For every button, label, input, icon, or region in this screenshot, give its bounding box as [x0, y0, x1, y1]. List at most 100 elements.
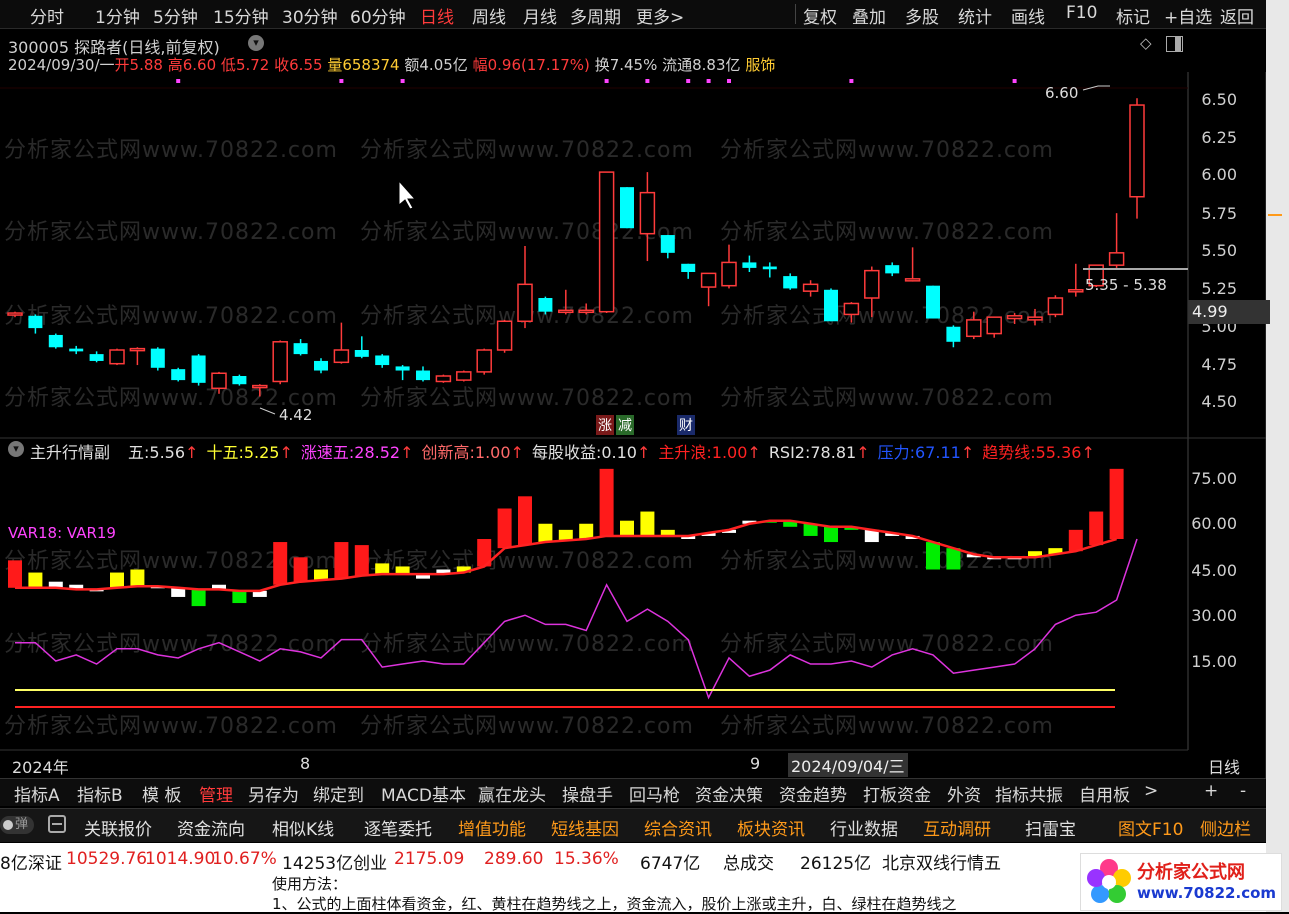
candle[interactable]: [1129, 104, 1145, 198]
candle[interactable]: [660, 235, 675, 253]
func-interaction[interactable]: 互动调研: [923, 815, 991, 840]
candle[interactable]: [129, 347, 146, 352]
add-watchlist-button[interactable]: +自选: [1164, 3, 1212, 28]
candle[interactable]: [864, 269, 880, 299]
tab-board-fund[interactable]: 打板资金: [863, 781, 931, 806]
multi-stock-button[interactable]: 多股: [905, 3, 939, 28]
tab-bind-to[interactable]: 绑定到: [313, 781, 364, 806]
func-news[interactable]: 综合资讯: [644, 815, 712, 840]
candle[interactable]: [293, 343, 308, 355]
popup-toggle[interactable]: 弹: [0, 816, 34, 834]
func-sector-news[interactable]: 板块资讯: [737, 815, 805, 840]
f10-button[interactable]: F10: [1066, 3, 1097, 23]
candle[interactable]: [171, 369, 186, 381]
period-tab-30min[interactable]: 30分钟: [282, 3, 338, 28]
candle[interactable]: [762, 266, 777, 270]
func-industry-data[interactable]: 行业数据: [830, 815, 898, 840]
tab-indicator-a[interactable]: 指标A: [14, 781, 60, 806]
candle[interactable]: [272, 341, 288, 383]
period-tab-weekly[interactable]: 周线: [472, 3, 506, 28]
candle[interactable]: [700, 272, 717, 288]
period-tab-monthly[interactable]: 月线: [523, 3, 557, 28]
candle[interactable]: [416, 370, 430, 381]
candle[interactable]: [354, 350, 369, 357]
overlay-button[interactable]: 叠加: [852, 3, 886, 28]
candle[interactable]: [435, 375, 452, 383]
candle[interactable]: [211, 372, 227, 390]
candle[interactable]: [843, 302, 860, 316]
candle[interactable]: [191, 355, 206, 383]
candle[interactable]: [252, 384, 268, 389]
tab-remove[interactable]: -: [1240, 781, 1246, 801]
candle[interactable]: [578, 309, 594, 314]
tab-trader[interactable]: 操盘手: [562, 781, 613, 806]
candle[interactable]: [232, 376, 247, 385]
indicator-dropdown-icon[interactable]: ▾: [8, 441, 24, 457]
tab-fund-decision[interactable]: 资金决策: [695, 781, 763, 806]
tab-indicator-b[interactable]: 指标B: [77, 781, 123, 806]
badge-cai[interactable]: 财: [677, 415, 695, 435]
period-tab-daily[interactable]: 日线: [420, 3, 454, 28]
candle[interactable]: [926, 285, 940, 319]
statistics-button[interactable]: 统计: [958, 3, 992, 28]
candle[interactable]: [1047, 297, 1064, 316]
candle[interactable]: [620, 187, 634, 229]
period-tab-more[interactable]: 更多>: [636, 3, 684, 28]
candle[interactable]: [109, 349, 125, 365]
period-tab-1min[interactable]: 1分钟: [95, 3, 140, 28]
period-tab-60min[interactable]: 60分钟: [350, 3, 406, 28]
tab-resonance[interactable]: 指标共振: [995, 781, 1063, 806]
candle[interactable]: [375, 355, 390, 366]
candle[interactable]: [904, 278, 921, 282]
func-sidebar[interactable]: 侧边栏: [1200, 815, 1251, 840]
mark-button[interactable]: 标记: [1116, 3, 1150, 28]
candle[interactable]: [639, 191, 656, 235]
period-tab-5min[interactable]: 5分钟: [153, 3, 198, 28]
candle[interactable]: [598, 171, 615, 313]
candle[interactable]: [456, 371, 472, 381]
func-f10[interactable]: 图文F10: [1118, 815, 1183, 840]
tab-manage[interactable]: 管理: [199, 781, 233, 806]
func-related-quote[interactable]: 关联报价: [84, 815, 152, 840]
candle[interactable]: [742, 262, 757, 268]
func-similar-kline[interactable]: 相似K线: [272, 815, 334, 840]
func-tick-order[interactable]: 逐笔委托: [364, 815, 432, 840]
badge-jian[interactable]: 减: [616, 415, 634, 435]
func-value-added[interactable]: 增值功能: [458, 815, 526, 840]
tab-win-leader[interactable]: 赢在龙头: [478, 781, 546, 806]
draw-line-button[interactable]: 画线: [1011, 3, 1045, 28]
tab-macd[interactable]: MACD基本: [381, 781, 466, 806]
candle[interactable]: [966, 319, 982, 338]
candle[interactable]: [48, 334, 63, 348]
candle[interactable]: [496, 320, 513, 351]
candle[interactable]: [558, 309, 574, 314]
period-tab-multi[interactable]: 多周期: [570, 3, 621, 28]
candle[interactable]: [28, 315, 43, 329]
kline-chart[interactable]: [0, 28, 1266, 778]
func-fund-flow[interactable]: 资金流向: [177, 815, 245, 840]
fuquan-button[interactable]: 复权: [803, 3, 837, 28]
candle[interactable]: [802, 283, 819, 292]
candle[interactable]: [1068, 289, 1084, 293]
candle[interactable]: [986, 316, 1002, 335]
tab-huimaqiang[interactable]: 回马枪: [629, 781, 680, 806]
candle[interactable]: [824, 289, 838, 322]
candle[interactable]: [721, 261, 737, 287]
candle[interactable]: [314, 360, 328, 371]
candle[interactable]: [885, 265, 900, 274]
candle[interactable]: [69, 348, 84, 352]
candle[interactable]: [681, 263, 696, 272]
candle[interactable]: [333, 349, 350, 364]
candle[interactable]: [89, 354, 104, 361]
tab-custom[interactable]: 自用板: [1079, 781, 1130, 806]
func-short-gene[interactable]: 短线基因: [551, 815, 619, 840]
candle[interactable]: [7, 312, 23, 316]
candle[interactable]: [150, 348, 165, 368]
tab-template[interactable]: 模 板: [142, 781, 181, 806]
tab-add[interactable]: +: [1204, 781, 1218, 801]
back-button[interactable]: 返回: [1220, 3, 1254, 28]
tab-fund-trend[interactable]: 资金趋势: [779, 781, 847, 806]
candle[interactable]: [783, 276, 798, 289]
candle[interactable]: [538, 298, 553, 312]
tab-foreign[interactable]: 外资: [947, 781, 981, 806]
